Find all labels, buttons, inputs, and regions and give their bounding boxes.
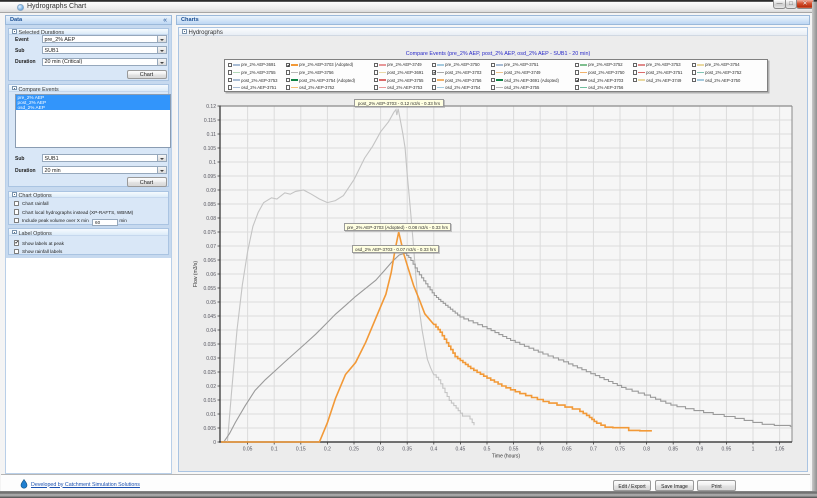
svg-text:0.02: 0.02: [206, 384, 216, 390]
svg-text:0.6: 0.6: [537, 447, 544, 453]
svg-text:0.055: 0.055: [203, 286, 216, 292]
svg-text:0.045: 0.045: [203, 314, 216, 320]
svg-text:0.25: 0.25: [349, 447, 359, 453]
svg-text:0.115: 0.115: [204, 118, 216, 124]
svg-text:0.07: 0.07: [206, 244, 216, 250]
svg-text:0.1: 0.1: [209, 160, 216, 166]
svg-text:0.7: 0.7: [590, 447, 597, 453]
svg-text:0.35: 0.35: [402, 447, 412, 453]
svg-text:0.08: 0.08: [206, 216, 216, 222]
svg-text:0.09: 0.09: [206, 188, 216, 194]
svg-text:0.2: 0.2: [324, 447, 331, 453]
svg-text:0.075: 0.075: [203, 230, 216, 236]
svg-text:0.03: 0.03: [206, 356, 216, 362]
svg-text:0.095: 0.095: [203, 174, 216, 180]
svg-text:0.1: 0.1: [271, 447, 278, 453]
svg-text:0.8: 0.8: [643, 447, 650, 453]
svg-text:0.75: 0.75: [615, 447, 625, 453]
svg-text:0: 0: [213, 440, 216, 446]
svg-text:0.4: 0.4: [430, 447, 437, 453]
svg-text:0.065: 0.065: [203, 258, 216, 264]
svg-text:0.12: 0.12: [206, 104, 216, 110]
svg-text:0.005: 0.005: [203, 426, 216, 432]
svg-text:0.05: 0.05: [243, 447, 253, 453]
svg-text:0.11: 0.11: [207, 132, 217, 138]
svg-text:0.105: 0.105: [203, 146, 216, 152]
svg-text:0.05: 0.05: [206, 300, 216, 306]
svg-text:0.9: 0.9: [696, 447, 703, 453]
svg-text:0.015: 0.015: [203, 398, 216, 404]
svg-text:0.085: 0.085: [203, 202, 216, 208]
svg-text:0.035: 0.035: [203, 342, 216, 348]
svg-text:0.5: 0.5: [484, 447, 491, 453]
svg-text:0.55: 0.55: [509, 447, 519, 453]
svg-text:0.95: 0.95: [722, 447, 732, 453]
svg-text:1: 1: [752, 447, 755, 453]
svg-text:0.06: 0.06: [206, 272, 216, 278]
svg-text:0.3: 0.3: [377, 447, 384, 453]
svg-text:0.45: 0.45: [456, 447, 466, 453]
svg-text:0.025: 0.025: [203, 370, 216, 376]
svg-text:Flow (m3/s): Flow (m3/s): [193, 261, 199, 287]
svg-text:Time (hours): Time (hours): [492, 454, 520, 460]
svg-text:0.01: 0.01: [206, 412, 216, 418]
svg-text:0.15: 0.15: [296, 447, 306, 453]
svg-text:1.05: 1.05: [775, 447, 785, 453]
svg-text:0.85: 0.85: [668, 447, 678, 453]
svg-text:0.65: 0.65: [562, 447, 572, 453]
svg-text:0.04: 0.04: [206, 328, 216, 334]
